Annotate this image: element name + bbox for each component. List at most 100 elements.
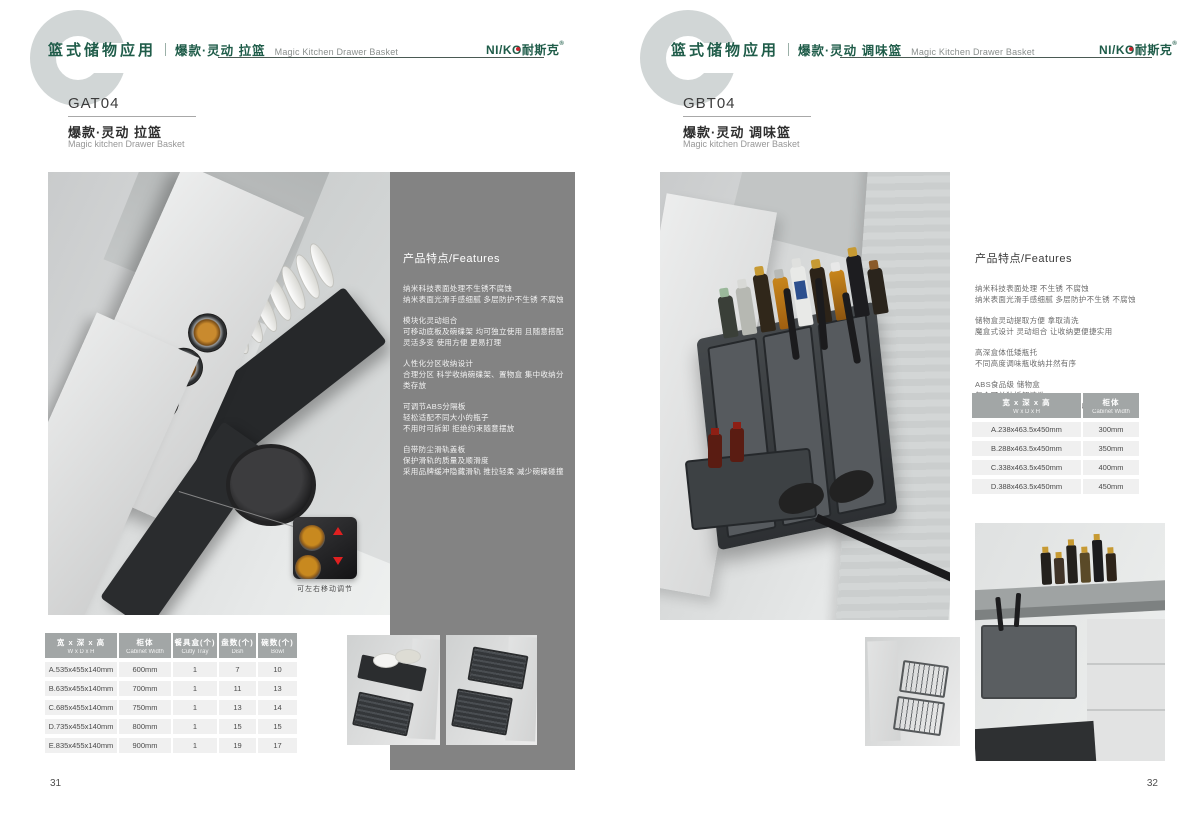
header-en: W x D x H [45,649,117,655]
spec-cell: 15 [219,719,256,734]
spec-cell: 1 [173,662,217,677]
spec-col-header: 盘数(个)Dish [219,633,256,658]
spec-cell: 900mm [119,738,171,753]
model-code: GAT04 [68,95,119,112]
registered-mark: ® [1172,41,1177,47]
feature-line: 灵活多变 使用方便 更易打理 [403,337,565,348]
header-en: Cabinet Width [119,649,171,655]
spec-cell: 700mm [119,681,171,696]
bottles-row [1040,539,1117,585]
feature-group: 储物盒灵动提取方便 拿取清洗 魔盒式设计 灵动组合 让收纳更便捷实用 [975,315,1170,337]
brand-logo-cn: 耐斯克 [1135,43,1173,57]
feature-line: 纳米科技表面处理 不生锈 不腐蚀 [975,283,1170,294]
callout-label: 可左右移动调节 [258,584,390,594]
bottle [1092,540,1104,582]
spec-table-left: 宽 x 深 x 高W x D x H 柜体Cabinet Width 餐具盒(个… [45,633,297,757]
header-en: W x D x H [972,409,1081,415]
header-cn: 盘数(个) [219,637,256,648]
spec-cell: 14 [258,700,297,715]
feature-line: 纳米表面光滑手感细腻 多层防护不生锈 不腐蚀 [975,294,1170,305]
feature-line: 合理分区 科学收纳碗碟架、置物盒 集中收纳分类存放 [403,369,565,391]
product-photo-spice-basket [660,172,950,620]
spec-cell: 1 [173,738,217,753]
feature-line: ABS食品级 储物盒 [975,379,1170,390]
lower-basket-shape [352,692,414,737]
spec-col-header: 柜体Cabinet Width [119,633,171,658]
bottle [1066,545,1078,583]
product-photo-drawer-basket: 可左右移动调节 [48,172,390,615]
feature-group: 可调节ABS分隔板 轻松适配不同大小的瓶子 不用时可拆卸 拒绝约束随意摆放 [403,401,565,434]
bottle [1040,552,1052,584]
sauce-bottle [708,434,722,468]
spec-cell: 17 [258,738,297,753]
spec-header-row: 宽 x 深 x 高W x D x H 柜体Cabinet Width [972,393,1139,418]
feature-line: 不同高度调味瓶收纳井然有序 [975,358,1170,369]
spec-cell: 800mm [119,719,171,734]
lower-basket-shape [451,688,513,735]
drawer-fronts-shape [1087,619,1165,761]
drawer-seam [1087,709,1165,711]
spec-col-header: 碗数(个)Bowl [258,633,297,658]
logo-dot-icon [1129,47,1133,51]
header-cn: 柜体 [119,637,171,648]
series-title-en: Magic Kitchen Drawer Basket [275,47,398,57]
features-title: 产品特点/Features [403,250,565,266]
spec-cell: 7 [219,662,256,677]
feature-line: 自带防尘滑轨盖板 [403,444,565,455]
thumbnail-photo-basket-mesh [446,635,537,745]
feature-line: 不用时可拆卸 拒绝约束随意摆放 [403,423,565,434]
model-code: GBT04 [683,95,736,112]
header-cn: 宽 x 深 x 高 [45,637,117,648]
thumbnail-photo-basket-open [347,635,440,745]
spec-row: B.635x455x140mm700mm11113 [45,681,297,696]
bottle [735,286,757,336]
category-title: 篮式储物应用 [671,39,779,60]
spec-row: C.338x463.5x450mm400mm [972,460,1139,475]
spec-cell: 15 [258,719,297,734]
spec-table-right: 宽 x 深 x 高W x D x H 柜体Cabinet Width A.238… [972,393,1139,498]
plate-stack-shape [395,649,421,664]
callout-inset-photo [293,517,357,579]
spec-col-header: 宽 x 深 x 高W x D x H [972,393,1081,418]
photo-countertop-spices [975,523,1165,761]
spec-cell: 11 [219,681,256,696]
feature-line: 轻松适配不同大小的瓶子 [403,412,565,423]
logo-dot-icon [516,47,520,51]
spec-cell: A.535x455x140mm [45,662,117,677]
model-name-en: Magic kitchen Drawer Basket [683,139,800,149]
bottle [1106,553,1117,581]
spec-cell: B.635x455x140mm [45,681,117,696]
header-cn: 碗数(个) [258,637,297,648]
feature-group: 高深盒体低矮瓶托 不同高度调味瓶收纳井然有序 [975,347,1170,369]
feature-group: 人性化分区收纳设计 合理分区 科学收纳碗碟架、置物盒 集中收纳分类存放 [403,358,565,391]
page-number: 31 [50,778,61,789]
spec-cell: 1 [173,681,217,696]
spec-row: D.388x463.5x450mm450mm [972,479,1139,494]
feature-line: 纳米科技表面处理不生锈不腐蚀 [403,283,565,294]
spec-row: C.685x455x140mm750mm11314 [45,700,297,715]
bowl [299,525,325,551]
spec-cell: C.338x463.5x450mm [972,460,1081,475]
feature-line: 采用品牌缓冲隐藏滑轨 推拉轻柔 减少碗碟碰撞 [403,466,565,477]
feature-group: 自带防尘滑轨盖板 保护滑轨的质量及顺滑度 采用品牌缓冲隐藏滑轨 推拉轻柔 减少碗… [403,444,565,477]
spec-row: E.835x455x140mm900mm11917 [45,738,297,753]
drawer-seam [1087,663,1165,665]
header-divider [165,43,166,56]
spec-cell: 1 [173,719,217,734]
spec-cell: A.238x463.5x450mm [972,422,1081,437]
spec-cell: 300mm [1083,422,1139,437]
model-name-en: Magic kitchen Drawer Basket [68,139,185,149]
header-divider [788,43,789,56]
plinth-shadow-shape [975,721,1096,761]
features-title: 产品特点/Features [975,250,1170,266]
spec-cell: 350mm [1083,441,1139,456]
brand-logo: NI/KO耐斯克® [1099,41,1177,58]
spec-col-header: 柜体Cabinet Width [1083,393,1139,418]
bowl [295,555,321,579]
feature-group: 纳米科技表面处理不生锈不腐蚀 纳米表面光滑手感细腻 多层防护不生锈 不腐蚀 [403,283,565,305]
spec-cell: 13 [258,681,297,696]
spec-cell: 13 [219,700,256,715]
feature-line: 可移动底板及碗碟架 均可独立使用 且随意搭配 [403,326,565,337]
spice-basket-shape [981,625,1077,699]
bottle [1080,552,1092,582]
